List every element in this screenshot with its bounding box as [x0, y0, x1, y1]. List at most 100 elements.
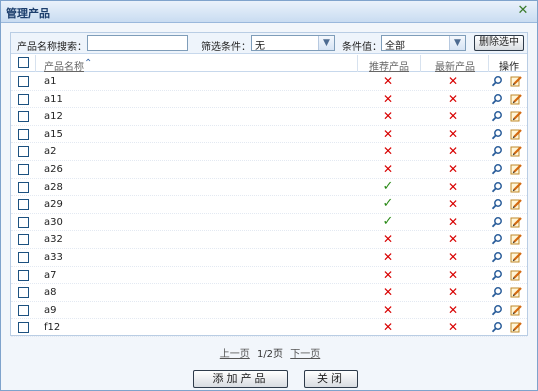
sort-ascending-icon[interactable]: ⌃ [84, 58, 92, 69]
pencil-icon[interactable] [510, 286, 522, 298]
next-page-link[interactable]: 下一页 [290, 349, 320, 360]
table-row: a1 ✕ ✕ [11, 73, 527, 91]
add-product-button[interactable]: 添加产品 [193, 370, 288, 388]
column-header-recommended[interactable]: 推荐产品 [369, 58, 409, 73]
row-checkbox[interactable] [18, 234, 29, 246]
chevron-down-icon[interactable]: ▼ [318, 36, 334, 50]
magnifier-icon[interactable] [491, 93, 503, 105]
pencil-icon[interactable] [510, 251, 522, 263]
pencil-icon[interactable] [510, 110, 522, 122]
cross-icon: ✕ [382, 144, 394, 159]
product-name: a9 [44, 304, 57, 316]
row-checkbox[interactable] [18, 251, 29, 263]
row-checkbox[interactable] [18, 287, 29, 299]
magnifier-icon[interactable] [491, 128, 503, 140]
cross-icon: ✕ [447, 320, 459, 335]
row-checkbox[interactable] [18, 199, 29, 211]
pencil-icon[interactable] [510, 233, 522, 245]
magnifier-icon[interactable] [491, 145, 503, 157]
prev-page-link[interactable]: 上一页 [220, 349, 250, 360]
row-checkbox[interactable] [18, 111, 29, 123]
column-header-name[interactable]: 产品名称 [44, 58, 84, 73]
magnifier-icon[interactable] [491, 321, 503, 333]
cross-icon: ✕ [382, 267, 394, 282]
cross-icon: ✕ [447, 91, 459, 106]
magnifier-icon[interactable] [491, 163, 503, 175]
row-checkbox[interactable] [18, 269, 29, 281]
cross-icon: ✕ [382, 109, 394, 124]
row-checkbox[interactable] [18, 322, 29, 334]
column-divider [357, 55, 358, 72]
pencil-icon[interactable] [510, 304, 522, 316]
row-checkbox[interactable] [18, 181, 29, 193]
pencil-icon[interactable] [510, 216, 522, 228]
checkmark-icon: ✓ [382, 213, 394, 229]
table-row: a15 ✕ ✕ [11, 126, 527, 144]
title-bar: 管理产品 ✕ [1, 1, 537, 23]
product-table-body: a1 ✕ ✕ a11 ✕ ✕ a12 ✕ ✕ a15 ✕ ✕ a2 ✕ ✕ a26 ✕ ✕ a28 ✓ ✕ a29 ✓ ✕ a3… [11, 73, 527, 337]
row-checkbox[interactable] [18, 304, 29, 316]
table-row: a12 ✕ ✕ [11, 108, 527, 126]
magnifier-icon[interactable] [491, 75, 503, 87]
pencil-icon[interactable] [510, 93, 522, 105]
chevron-down-icon[interactable]: ▼ [449, 36, 465, 50]
magnifier-icon[interactable] [491, 304, 503, 316]
magnifier-icon[interactable] [491, 198, 503, 210]
table-row: a7 ✕ ✕ [11, 267, 527, 285]
product-name: a33 [44, 251, 63, 263]
row-checkbox[interactable] [18, 216, 29, 228]
pencil-icon[interactable] [510, 145, 522, 157]
delete-selected-button[interactable]: 删除选中 [474, 35, 524, 51]
cross-icon: ✕ [447, 74, 459, 88]
close-button[interactable]: 关闭 [304, 370, 358, 388]
table-row: a9 ✕ ✕ [11, 302, 527, 320]
cross-icon: ✕ [382, 91, 394, 106]
cross-icon: ✕ [447, 302, 459, 317]
filter-select[interactable]: 无 ▼ [251, 35, 335, 52]
magnifier-icon[interactable] [491, 286, 503, 298]
cross-icon: ✕ [447, 232, 459, 247]
row-checkbox[interactable] [18, 146, 29, 158]
row-checkbox[interactable] [18, 163, 29, 175]
product-name: a28 [44, 181, 63, 193]
search-input[interactable] [87, 35, 188, 51]
manage-products-dialog: 管理产品 ✕ 产品名称搜索： 筛选条件： 无 ▼ 条件值： 全部 ▼ 删除选中 … [0, 0, 538, 391]
column-header-newest[interactable]: 最新产品 [435, 58, 475, 73]
magnifier-icon[interactable] [491, 216, 503, 228]
cross-icon: ✕ [382, 161, 394, 176]
magnifier-icon[interactable] [491, 233, 503, 245]
pencil-icon[interactable] [510, 198, 522, 210]
magnifier-icon[interactable] [491, 251, 503, 263]
select-all-checkbox[interactable] [18, 57, 29, 68]
magnifier-icon[interactable] [491, 110, 503, 122]
table-header: 产品名称 ⌃ 推荐产品 最新产品 操作 [11, 55, 527, 73]
column-divider [488, 55, 489, 72]
magnifier-icon[interactable] [491, 269, 503, 281]
product-name: a2 [44, 146, 57, 158]
search-label: 产品名称搜索： [17, 42, 87, 53]
table-row: a28 ✓ ✕ [11, 179, 527, 197]
content-panel: 产品名称搜索： 筛选条件： 无 ▼ 条件值： 全部 ▼ 删除选中 产品名称 ⌃ … [10, 32, 528, 337]
pencil-icon[interactable] [510, 128, 522, 140]
close-icon[interactable]: ✕ [515, 3, 531, 19]
product-name: a11 [44, 93, 63, 105]
pencil-icon[interactable] [510, 269, 522, 281]
product-name: a32 [44, 234, 63, 246]
product-name: a8 [44, 287, 57, 299]
pencil-icon[interactable] [510, 181, 522, 193]
table-row: a11 ✕ ✕ [11, 91, 527, 109]
pencil-icon[interactable] [510, 75, 522, 87]
row-checkbox[interactable] [18, 93, 29, 105]
cross-icon: ✕ [447, 109, 459, 124]
cross-icon: ✕ [382, 302, 394, 317]
pencil-icon[interactable] [510, 163, 522, 175]
row-checkbox[interactable] [18, 76, 29, 87]
row-checkbox[interactable] [18, 128, 29, 140]
pencil-icon[interactable] [510, 321, 522, 333]
cross-icon: ✕ [447, 161, 459, 176]
condition-label: 条件值： [342, 42, 382, 53]
magnifier-icon[interactable] [491, 181, 503, 193]
table-row: a26 ✕ ✕ [11, 161, 527, 179]
cross-icon: ✕ [382, 320, 394, 335]
condition-select[interactable]: 全部 ▼ [381, 35, 466, 52]
